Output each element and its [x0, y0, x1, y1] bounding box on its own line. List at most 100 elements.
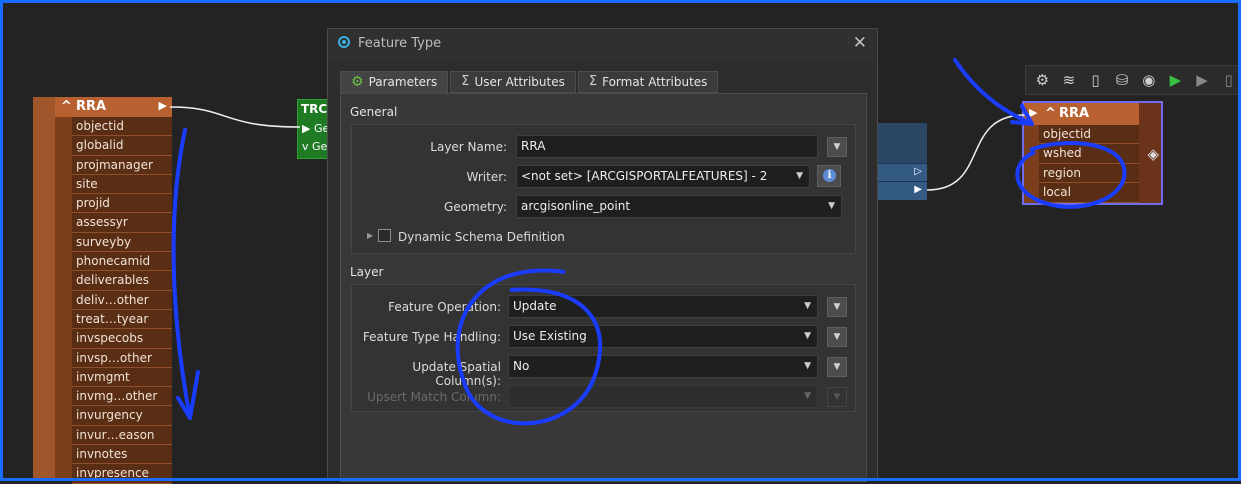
dialog-tabs: ⚙ Parameters Σ User Attributes Σ Format …: [340, 71, 719, 93]
attribute-row[interactable]: objectid: [72, 117, 172, 137]
view-icon[interactable]: ◉: [1138, 69, 1161, 91]
writer-node-header[interactable]: ▶ ^ RRA: [1024, 103, 1141, 125]
attribute-row[interactable]: invmg…other: [72, 387, 172, 407]
attribute-row[interactable]: invsp…other: [72, 348, 172, 368]
writer-label: Writer:: [466, 170, 507, 184]
layers-icon[interactable]: ≋: [1058, 69, 1081, 91]
run-icon[interactable]: ▶: [1164, 69, 1187, 91]
feature-operation-menu-button[interactable]: ▼: [827, 297, 847, 317]
writer-feature-type-node[interactable]: ▶ ^ RRA objectid wshed region local ◈: [1022, 101, 1163, 205]
blue-port-row[interactable]: ▷: [877, 163, 927, 182]
attribute-row[interactable]: invurgency: [72, 406, 172, 426]
tab-parameters-label: Parameters: [368, 75, 438, 89]
feature-type-dialog: Feature Type ✕ ⚙ Parameters Σ User Attri…: [327, 28, 878, 482]
update-spatial-value: No: [513, 359, 530, 373]
feature-operation-label: Feature Operation:: [388, 300, 501, 314]
sigma-icon: Σ: [461, 74, 470, 89]
gear-icon[interactable]: ⚙: [1031, 69, 1054, 91]
upsert-match-menu-button[interactable]: ▼: [827, 387, 847, 407]
attribute-row[interactable]: site: [72, 174, 172, 195]
collapse-caret-icon[interactable]: ^: [1045, 106, 1056, 121]
layer-name-menu-button[interactable]: ▼: [827, 137, 847, 157]
tab-format-attributes[interactable]: Σ Format Attributes: [577, 71, 719, 93]
attribute-row[interactable]: deliv…other: [72, 290, 172, 310]
layers-icon[interactable]: ◈: [1147, 145, 1159, 163]
transformer-port-2-label: Ge: [312, 140, 328, 153]
save-icon[interactable]: ▯: [1084, 69, 1107, 91]
attribute-row[interactable]: treat…tyear: [72, 309, 172, 330]
attribute-row[interactable]: objectid: [1039, 125, 1139, 145]
attribute-row[interactable]: globalid: [72, 136, 172, 156]
update-spatial-select[interactable]: No ▼: [508, 355, 818, 378]
chevron-down-icon: ▼: [804, 361, 811, 371]
chevron-down-icon: ▼: [804, 301, 811, 311]
layer-name-label: Layer Name:: [430, 140, 507, 154]
attribute-row[interactable]: surveyby: [72, 232, 172, 253]
close-icon[interactable]: ✕: [853, 33, 867, 53]
writer-attribute-list: objectid wshed region local: [1039, 125, 1139, 203]
output-port-icon[interactable]: ▶: [159, 99, 167, 112]
attribute-row[interactable]: invmgmt: [72, 367, 172, 388]
geometry-label: Geometry:: [443, 200, 507, 214]
attribute-row[interactable]: local: [1039, 183, 1139, 203]
layer-name-input[interactable]: RRA: [516, 135, 818, 158]
dialog-titlebar[interactable]: Feature Type ✕: [328, 29, 877, 59]
node-stripe: [33, 97, 55, 481]
feature-type-handling-select[interactable]: Use Existing ▼: [508, 325, 818, 348]
source-feature-type-node[interactable]: ^ RRA ▶ objectid globalid projmanager site p…: [33, 97, 172, 484]
node-toolbar: ⚙ ≋ ▯ ⛁ ◉ ▶ ▶ ▯: [1025, 65, 1241, 95]
attribute-row[interactable]: invspecobs: [72, 329, 172, 349]
annotation-arrow-node: [953, 58, 1034, 126]
upsert-match-label: Upsert Match Column:: [367, 390, 501, 404]
chevron-down-icon: ▼: [828, 201, 835, 211]
expand-arrow-icon[interactable]: ▶: [367, 231, 373, 240]
feature-operation-select[interactable]: Update ▼: [508, 295, 818, 318]
connection-line: [926, 114, 1026, 191]
blue-port-row[interactable]: ▶: [877, 181, 927, 200]
writer-select[interactable]: <not set> [ARCGISPORTALFEATURES] - 2 ▼: [516, 165, 810, 188]
tab-format-attributes-label: Format Attributes: [602, 75, 708, 89]
fme-app-icon: [338, 36, 350, 48]
update-spatial-menu-button[interactable]: ▼: [827, 357, 847, 377]
writer-info-button[interactable]: i: [817, 165, 841, 187]
transformer-port-1[interactable]: ▶ Ge: [302, 122, 329, 135]
geometry-select[interactable]: arcgisonline_point ▼: [516, 195, 842, 218]
output-port-outline-icon[interactable]: ▷: [914, 166, 922, 177]
feature-operation-value: Update: [513, 299, 557, 313]
tab-user-attributes-label: User Attributes: [474, 75, 565, 89]
source-node-header[interactable]: ^ RRA ▶: [55, 97, 172, 117]
feature-type-handling-label: Feature Type Handling:: [362, 330, 501, 344]
layer-name-value: RRA: [521, 139, 546, 153]
attribute-row[interactable]: phonecamid: [72, 252, 172, 272]
tab-user-attributes[interactable]: Σ User Attributes: [450, 71, 576, 93]
tab-parameters[interactable]: ⚙ Parameters: [340, 71, 449, 93]
hidden-transformer-node[interactable]: ▷ ▶: [877, 123, 927, 200]
feature-type-handling-value: Use Existing: [513, 329, 587, 343]
run-to-icon[interactable]: ▶: [1191, 69, 1214, 91]
attribute-row[interactable]: invnotes: [72, 445, 172, 465]
attribute-row[interactable]: deliverables: [72, 271, 172, 291]
input-port-icon[interactable]: ▶: [1029, 106, 1037, 119]
chevron-down-icon: ▼: [796, 171, 803, 181]
dynamic-schema-label: Dynamic Schema Definition: [398, 230, 565, 244]
connection-line: [169, 106, 301, 128]
sigma-icon: Σ: [588, 74, 598, 89]
attribute-row[interactable]: invur…eason: [72, 425, 172, 446]
attribute-row[interactable]: projmanager: [72, 155, 172, 175]
attribute-row[interactable]: assessyr: [72, 213, 172, 233]
gear-icon: ⚙: [351, 74, 364, 90]
update-spatial-label: Update Spatial Column(s):: [412, 360, 501, 388]
chevron-down-icon: ▼: [804, 391, 811, 401]
collapse-caret-icon[interactable]: ^: [61, 99, 72, 114]
cache-icon[interactable]: ⛁: [1111, 69, 1134, 91]
dynamic-schema-checkbox[interactable]: [378, 229, 391, 242]
output-port-icon[interactable]: ▶: [914, 184, 922, 195]
upsert-match-select[interactable]: ▼: [508, 385, 818, 408]
transformer-port-2[interactable]: v Ge: [302, 140, 327, 153]
attribute-row[interactable]: wshed: [1039, 144, 1139, 164]
writer-node-title: RRA: [1059, 106, 1090, 121]
attribute-row[interactable]: region: [1039, 163, 1139, 184]
attribute-row[interactable]: projid: [72, 194, 172, 214]
more-icon[interactable]: ▯: [1217, 69, 1240, 91]
feature-type-handling-menu-button[interactable]: ▼: [827, 327, 847, 347]
